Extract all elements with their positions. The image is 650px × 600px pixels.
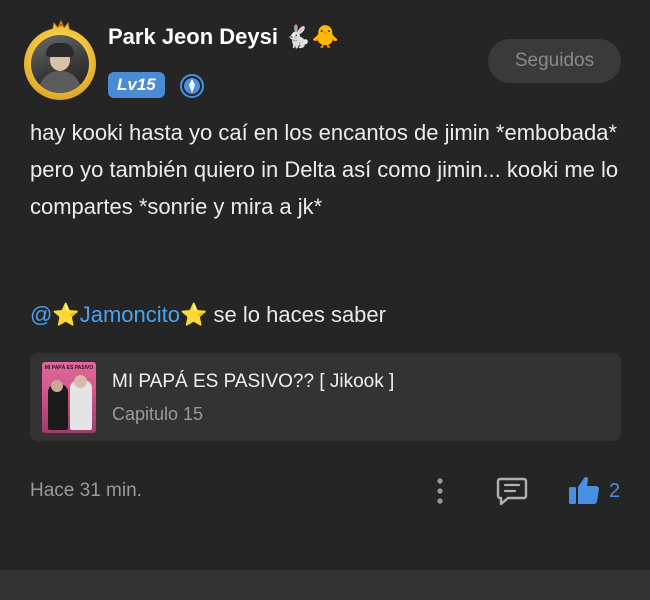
story-cover-image: MI PAPÁ ES PASIVO [42, 362, 96, 433]
divider-bar [0, 570, 650, 600]
timestamp: Hace 31 min. [30, 480, 142, 501]
linked-story-card[interactable]: MI PAPÁ ES PASIVO MI PAPÁ ES PASIVO?? [ … [30, 353, 621, 441]
like-count: 2 [609, 480, 621, 502]
story-title: MI PAPÁ ES PASIVO?? [ Jikook ] [112, 371, 395, 392]
post-card: Park Jeon Deysi 🐇🐥 Lv15 Seguidos hay koo… [0, 0, 650, 570]
more-vertical-icon[interactable] [430, 476, 450, 506]
username-text: Park Jeon Deysi [108, 24, 278, 49]
star-icon: ⭐ [52, 302, 80, 327]
verified-badge-icon [180, 74, 204, 98]
cover-title: MI PAPÁ ES PASIVO [44, 365, 94, 371]
comment-icon[interactable] [495, 475, 529, 507]
story-chapter: Capitulo 15 [112, 404, 204, 424]
following-button[interactable]: Seguidos [488, 39, 621, 83]
star-icon: ⭐ [180, 302, 208, 327]
level-badge: Lv15 [108, 72, 165, 98]
mention-link[interactable]: @⭐Jamoncito⭐ [30, 302, 207, 327]
mention-line: @⭐Jamoncito⭐ se lo haces saber [30, 297, 386, 333]
avatar-photo [31, 35, 89, 93]
mention-tail-text: se lo haces saber [207, 302, 386, 327]
avatar[interactable] [22, 20, 100, 100]
username-emoji: 🐇🐥 [284, 24, 339, 49]
post-text: hay kooki hasta yo caí en los encantos d… [30, 120, 619, 219]
username[interactable]: Park Jeon Deysi 🐇🐥 [108, 24, 339, 50]
thumbs-up-icon[interactable] [567, 474, 601, 506]
